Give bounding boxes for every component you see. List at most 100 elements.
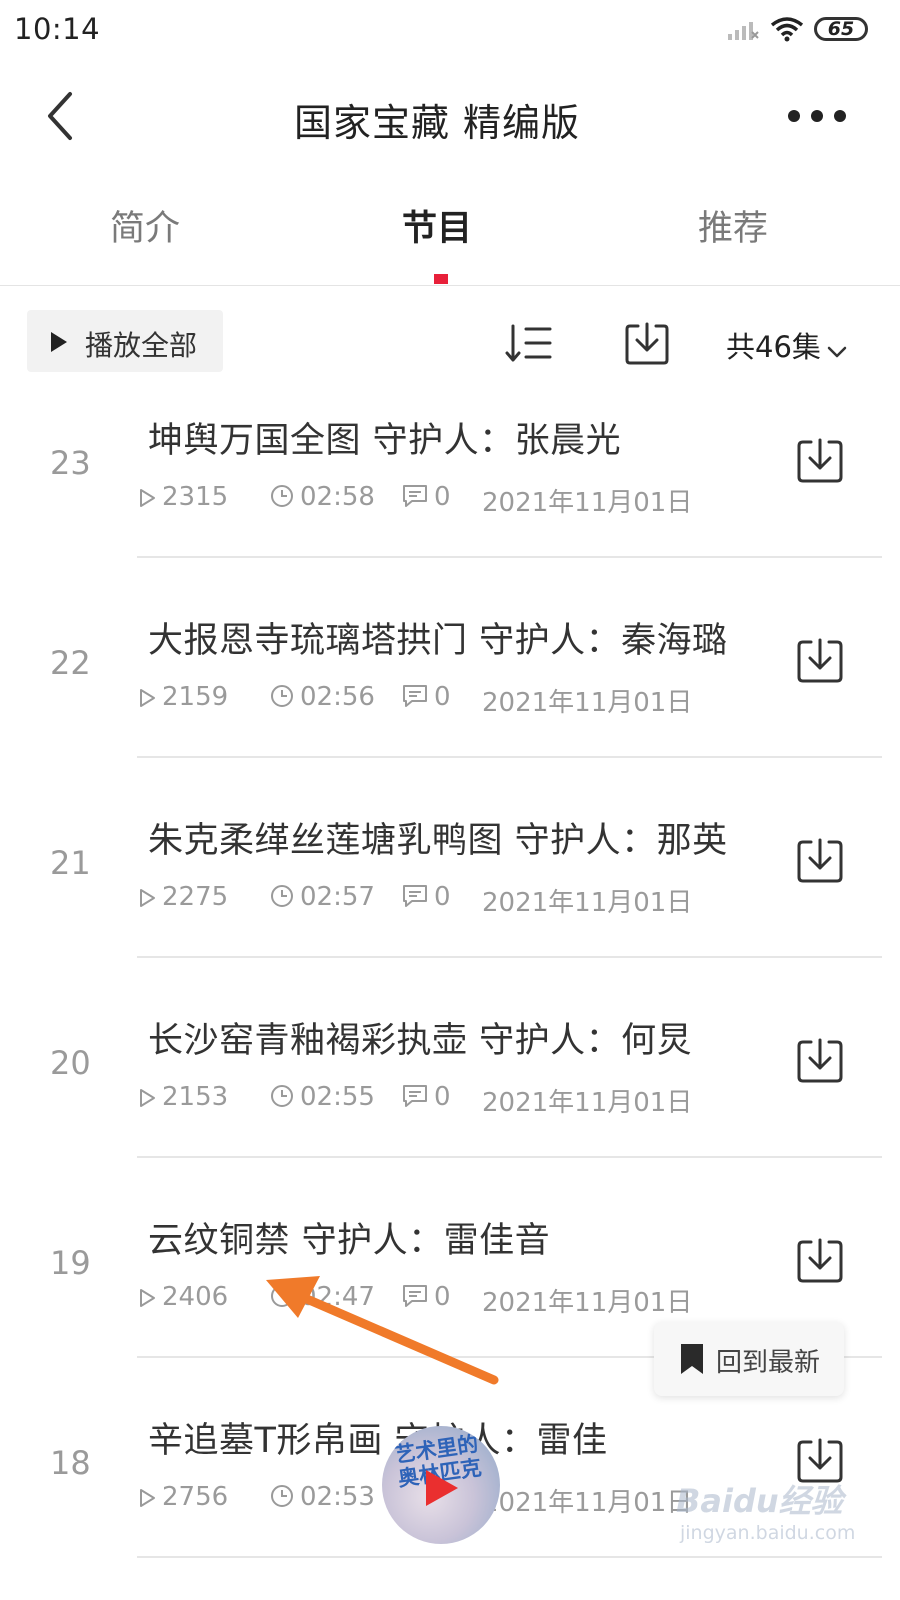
download-icon <box>797 838 843 883</box>
play-outline-icon <box>140 489 155 507</box>
clock-icon <box>271 885 293 907</box>
publish-date: 2021年11月01日 <box>482 1488 693 1518</box>
play-count: 2406 <box>138 1282 228 1312</box>
play-outline-icon <box>140 1089 155 1107</box>
more-dots-icon <box>788 110 846 122</box>
sort-button[interactable] <box>504 322 554 368</box>
episode-number: 23 <box>50 444 91 482</box>
publish-date: 2021年11月01日 <box>482 1088 693 1118</box>
play-all-button[interactable]: 播放全部 <box>27 310 223 372</box>
play-count: 2275 <box>138 882 228 912</box>
publish-date: 2021年11月01日 <box>482 1288 693 1318</box>
download-button[interactable] <box>796 1036 844 1088</box>
comment-count: 0 <box>402 482 451 512</box>
episode-row[interactable]: 21 朱克柔缂丝莲塘乳鸭图 守护人：那英 2275 02:57 0 2021年1… <box>0 790 900 990</box>
comment-count: 0 <box>402 1282 451 1312</box>
status-time: 10:14 <box>14 12 101 46</box>
row-divider <box>137 756 882 758</box>
chevron-down-icon <box>827 332 847 366</box>
clock-icon <box>271 1085 293 1107</box>
play-outline-icon <box>140 1489 155 1507</box>
comment-count: 0 <box>402 1082 451 1112</box>
battery-icon: 65 <box>814 17 868 41</box>
tab-episodes[interactable]: 节目 <box>402 200 472 251</box>
clock-icon <box>271 685 293 707</box>
download-all-button[interactable] <box>624 320 670 370</box>
download-button[interactable] <box>796 836 844 888</box>
download-icon <box>625 322 669 365</box>
download-button[interactable] <box>796 1236 844 1288</box>
watermark-sub: jingyan.baidu.com <box>680 1522 856 1544</box>
episode-count-dropdown[interactable]: 共46集 <box>726 324 847 366</box>
clock-icon <box>271 1285 293 1307</box>
signal-icon <box>726 16 760 46</box>
clock-icon <box>271 1485 293 1507</box>
row-divider <box>137 1556 882 1558</box>
episode-row[interactable]: 22 大报恩寺琉璃塔拱门 守护人：秦海璐 2159 02:56 0 2021年1… <box>0 590 900 790</box>
episode-title: 坤舆万国全图 守护人：张晨光 <box>148 421 622 461</box>
comment-icon <box>403 1285 427 1307</box>
comment-icon <box>403 685 427 707</box>
play-count: 2153 <box>138 1082 228 1112</box>
status-bar: 10:14 65 <box>0 0 900 64</box>
play-outline-icon <box>140 1289 155 1307</box>
play-all-label: 播放全部 <box>85 329 198 362</box>
tab-intro[interactable]: 简介 <box>110 200 180 251</box>
episode-title: 辛追墓T形帛画 守护人：雷佳 <box>148 1421 608 1461</box>
wifi-icon <box>770 15 804 47</box>
nav-bar: 国家宝藏 精编版 <box>0 70 900 162</box>
comment-icon <box>403 885 427 907</box>
episode-toolbar: 播放全部 共46集 <box>0 300 900 390</box>
tab-recommend[interactable]: 推荐 <box>698 200 768 251</box>
episode-title: 长沙窑青釉褐彩执壶 守护人：何炅 <box>148 1021 693 1061</box>
episode-number: 19 <box>50 1244 91 1282</box>
download-button[interactable] <box>796 436 844 488</box>
download-icon <box>797 638 843 683</box>
tab-active-indicator <box>434 274 448 284</box>
play-count: 2756 <box>138 1482 228 1512</box>
play-count: 2315 <box>138 482 228 512</box>
episode-number: 18 <box>50 1444 91 1482</box>
back-to-latest-label: 回到最新 <box>716 1348 821 1378</box>
episode-title: 云纹铜禁 守护人：雷佳音 <box>148 1221 551 1261</box>
duration: 02:47 <box>270 1282 375 1312</box>
row-divider <box>137 1156 882 1158</box>
episode-row[interactable]: 20 长沙窑青釉褐彩执壶 守护人：何炅 2153 02:55 0 2021年11… <box>0 990 900 1190</box>
bookmark-icon <box>681 1344 703 1374</box>
download-icon <box>797 1238 843 1283</box>
download-icon <box>797 438 843 483</box>
duration: 02:57 <box>270 882 375 912</box>
more-button[interactable] <box>784 98 850 134</box>
play-icon <box>51 332 67 352</box>
episode-title: 朱克柔缂丝莲塘乳鸭图 守护人：那英 <box>148 821 728 861</box>
play-outline-icon <box>140 689 155 707</box>
duration: 02:56 <box>270 682 375 712</box>
row-divider <box>137 556 882 558</box>
watermark-main: Baidu经验 <box>676 1482 843 1520</box>
episode-number: 20 <box>50 1044 91 1082</box>
back-to-latest-button[interactable]: 回到最新 <box>654 1322 844 1396</box>
play-outline-icon <box>140 889 155 907</box>
publish-date: 2021年11月01日 <box>482 488 693 518</box>
download-icon <box>797 1038 843 1083</box>
comment-icon <box>403 1085 427 1107</box>
publish-date: 2021年11月01日 <box>482 688 693 718</box>
page-title: 国家宝藏 精编版 <box>293 101 581 145</box>
episode-title: 大报恩寺琉璃塔拱门 守护人：秦海璐 <box>148 621 728 661</box>
watermark-logo: Baidu经验 jingyan.baidu.com <box>676 1476 855 1556</box>
episode-row[interactable]: 23 坤舆万国全图 守护人：张晨光 2315 02:58 0 2021年11月0… <box>0 390 900 590</box>
row-divider <box>137 956 882 958</box>
mini-player[interactable]: 艺术里的奥林匹克 <box>382 1426 500 1544</box>
episode-count-label: 共46集 <box>726 330 821 364</box>
play-count: 2159 <box>138 682 228 712</box>
sort-icon <box>505 324 552 362</box>
comment-count: 0 <box>402 882 451 912</box>
download-button[interactable] <box>796 636 844 688</box>
clock-icon <box>271 485 293 507</box>
tab-bar: 简介 节目 推荐 <box>0 180 900 286</box>
episode-number: 22 <box>50 644 91 682</box>
play-icon <box>426 1470 458 1506</box>
comment-count: 0 <box>402 682 451 712</box>
episode-number: 21 <box>50 844 91 882</box>
comment-icon <box>403 485 427 507</box>
